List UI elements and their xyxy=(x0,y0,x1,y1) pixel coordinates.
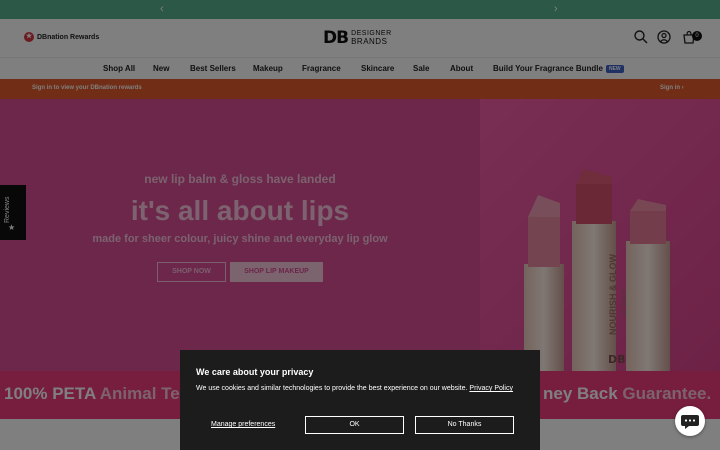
cookie-body-text: We use cookies and similar technologies … xyxy=(196,385,468,392)
chat-bubble-icon xyxy=(681,415,699,429)
cookie-no-thanks-button[interactable]: No Thanks xyxy=(415,416,514,434)
privacy-policy-link[interactable]: Privacy Policy xyxy=(469,385,513,392)
cookie-banner: We care about your privacy We use cookie… xyxy=(180,350,540,450)
manage-preferences-link[interactable]: Manage preferences xyxy=(211,421,275,428)
chat-button[interactable] xyxy=(675,406,705,436)
cookie-ok-button[interactable]: OK xyxy=(305,416,404,434)
cookie-body: We use cookies and similar technologies … xyxy=(196,384,526,394)
cookie-title: We care about your privacy xyxy=(196,367,314,377)
